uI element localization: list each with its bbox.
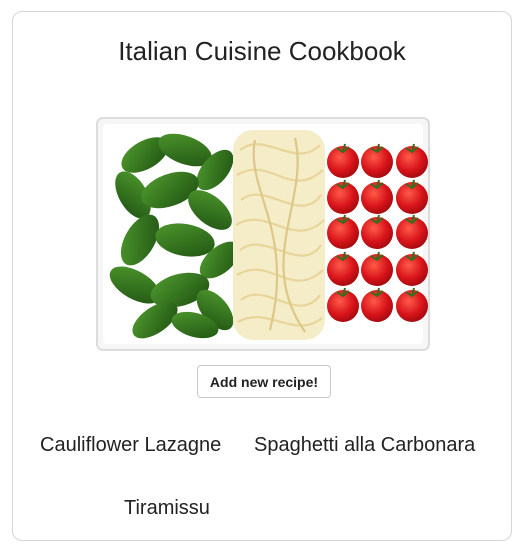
cookbook-card: Italian Cuisine Cookbook Add new recipe!… [12,11,512,541]
add-recipe-button[interactable]: Add new recipe! [197,365,331,398]
spaghetti [233,130,325,340]
italian-flag-pasta-image [96,117,430,351]
recipe-link[interactable]: Spaghetti alla Carbonara [254,434,475,457]
recipe-link[interactable]: Tiramissu [124,497,210,520]
cherry-tomatoes [327,143,428,322]
recipe-link[interactable]: Cauliflower Lazagne [40,434,221,457]
page-title: Italian Cuisine Cookbook [118,36,406,66]
